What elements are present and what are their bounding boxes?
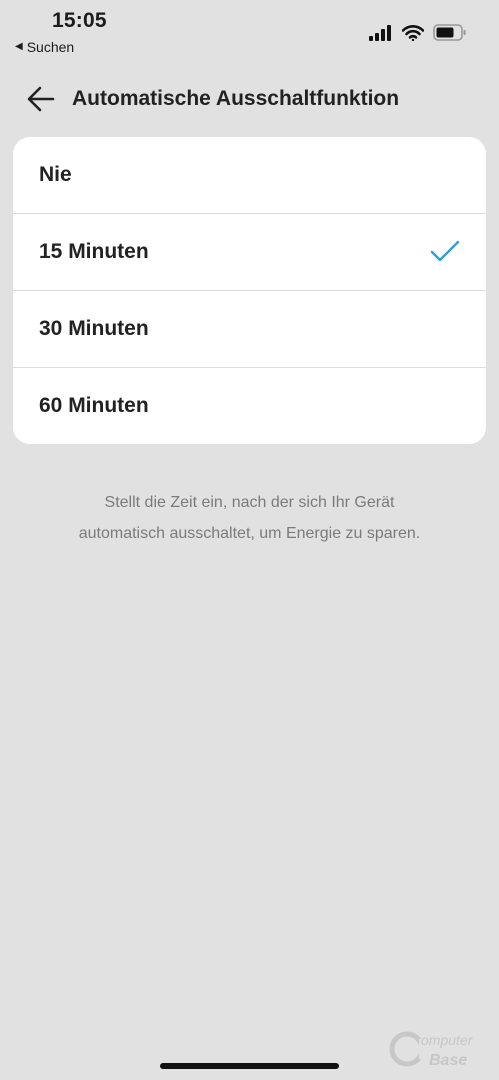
description-text: Stellt die Zeit ein, nach der sich Ihr G… [78, 494, 421, 542]
option-15-minuten[interactable]: 15 Minuten [13, 214, 486, 291]
battery-icon [433, 24, 466, 41]
back-triangle-icon: ◀ [15, 41, 23, 52]
svg-text:omputer: omputer [421, 1032, 474, 1048]
option-label: 60 Minuten [39, 394, 149, 417]
option-label: 30 Minuten [39, 317, 149, 340]
page-title: Automatische Ausschaltfunktion [72, 87, 400, 110]
home-indicator[interactable] [160, 1063, 339, 1069]
option-label: Nie [39, 163, 72, 186]
option-30-minuten[interactable]: 30 Minuten [13, 291, 486, 368]
checkmark-icon [430, 240, 460, 262]
header: Automatische Ausschaltfunktion [26, 82, 399, 116]
svg-text:Base: Base [429, 1052, 467, 1069]
option-nie[interactable]: Nie [13, 137, 486, 214]
wifi-icon [402, 24, 424, 41]
option-label: 15 Minuten [39, 240, 149, 263]
option-60-minuten[interactable]: 60 Minuten [13, 368, 486, 444]
cellular-signal-icon [369, 24, 391, 41]
options-list: Nie 15 Minuten 30 Minuten 60 Minuten [13, 137, 486, 444]
status-icons [369, 24, 467, 41]
computerbase-watermark-logo: omputer Base [389, 1031, 474, 1069]
back-to-app-label: Suchen [26, 39, 75, 55]
status-time: 15:05 [52, 9, 107, 32]
arrow-left-icon[interactable] [26, 84, 56, 114]
back-to-app-link[interactable]: ◀ Suchen [15, 39, 74, 55]
